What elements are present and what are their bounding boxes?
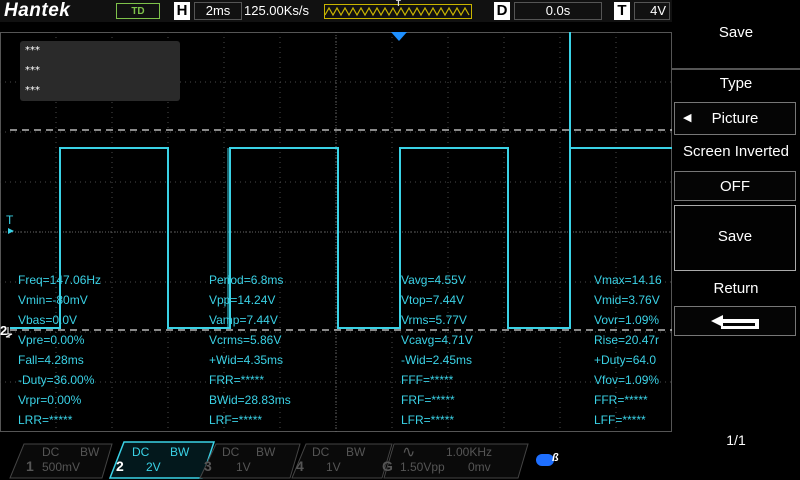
- ch1-scale: 500mV: [42, 460, 81, 474]
- measurement-col3-item: Vrms=5.77V: [401, 313, 467, 327]
- trigger-label: T: [614, 2, 630, 20]
- trigger-arrow-icon: [8, 228, 14, 234]
- acquire-mode-badge: TD: [116, 3, 160, 19]
- annotation-line: ***: [25, 45, 40, 56]
- measurement-col2-item: Vpp=14.24V: [209, 293, 276, 307]
- measurement-col1-item: Vmin=-80mV: [18, 293, 88, 307]
- generator-offset: 0mv: [468, 460, 491, 474]
- measurement-col3-item: Vcavg=4.71V: [401, 333, 473, 347]
- trigger-level-marker: T: [6, 213, 14, 227]
- channel-bar: 1 DC BW 500mV 2 DC BW 2V 3 DC BW 1V 4 DC…: [0, 436, 672, 480]
- delay-label: D: [494, 2, 510, 20]
- measurement-col1-item: Vpre=0.00%: [18, 333, 85, 347]
- waveform-display[interactable]: T 2 *** *** *** Freq=147.06Hz Vmin=-80mV Vb…: [0, 22, 672, 436]
- bluetooth-icon: ß: [552, 452, 559, 464]
- measurement-col4-item: Vmax=14.16: [594, 273, 662, 287]
- brand-logo: Hantek: [4, 0, 71, 21]
- generator-freq: 1.00KHz: [446, 445, 493, 459]
- save-button[interactable]: Save: [674, 205, 796, 271]
- trigger-position-icon: [391, 32, 407, 41]
- measurement-col1-item: Vbas=0.0V: [18, 313, 78, 327]
- ch1-coupling: DC: [42, 445, 60, 459]
- type-value: Picture: [711, 110, 759, 127]
- sample-rate: 125.00Ks/s: [244, 3, 310, 18]
- ch2-coupling: DC: [132, 445, 150, 459]
- ch3-number[interactable]: 3: [204, 458, 212, 474]
- generator-label[interactable]: G: [382, 458, 393, 474]
- measurement-col1-item: Vrpr=0.00%: [18, 393, 82, 407]
- ch4-bw: BW: [346, 445, 366, 459]
- ch4-number[interactable]: 4: [296, 458, 304, 474]
- page-indicator: 1/1: [726, 432, 746, 448]
- channel2-waveform: [10, 147, 672, 329]
- trigger-position-marker: T: [396, 0, 401, 8]
- type-label: Type: [719, 75, 753, 92]
- measurement-col2-item: +Wid=4.35ms: [209, 353, 284, 367]
- measurement-col1-item: Fall=4.28ms: [18, 353, 84, 367]
- return-arrow-icon: [711, 315, 759, 329]
- ch3-scale: 1V: [236, 460, 251, 474]
- measurement-col2-item: Period=6.8ms: [209, 273, 284, 287]
- measurement-col2-item: Vamp=7.44V: [209, 313, 278, 327]
- measurement-col4-item: Rise=20.47r: [594, 333, 660, 347]
- ch4-coupling: DC: [312, 445, 330, 459]
- screen-inverted-toggle[interactable]: OFF: [674, 171, 796, 201]
- timebase-value[interactable]: 2ms: [194, 2, 242, 20]
- measurement-col3-item: Vtop=7.44V: [401, 293, 465, 307]
- annotation-panel: *** *** ***: [20, 41, 180, 101]
- measurement-col1-item: Freq=147.06Hz: [18, 273, 102, 287]
- measurement-col4-item: +Duty=64.0: [594, 353, 657, 367]
- measurement-col2-item: Vcrms=5.86V: [209, 333, 282, 347]
- measurement-col1-item: -Duty=36.00%: [18, 373, 95, 387]
- annotation-line: ***: [25, 65, 40, 76]
- measurement-col2-item: FRR=*****: [209, 373, 265, 387]
- ch2-number[interactable]: 2: [116, 458, 124, 474]
- ch2-bw: BW: [170, 445, 190, 459]
- generator-vpp: 1.50Vpp: [400, 460, 445, 474]
- measurement-col2-item: LRF=*****: [209, 413, 263, 427]
- annotation-line: ***: [25, 85, 40, 96]
- return-label: Return: [713, 280, 759, 297]
- measurement-col4-item: Vfov=1.09%: [594, 373, 660, 387]
- measurement-col2-item: BWid=28.83ms: [209, 393, 291, 407]
- save-button-label: Save: [717, 228, 753, 245]
- ch3-coupling: DC: [222, 445, 240, 459]
- measurement-col3-item: Vavg=4.55V: [401, 273, 466, 287]
- type-selector[interactable]: ◀ Picture: [674, 102, 796, 135]
- measurement-col3-item: FRF=*****: [401, 393, 455, 407]
- menu-title: Save: [718, 24, 754, 41]
- channel2-ground-marker: 2: [0, 323, 7, 338]
- ch1-number[interactable]: 1: [26, 458, 34, 474]
- sine-wave-icon: ∿: [402, 444, 416, 461]
- screen-inverted-label: Screen Inverted: [683, 143, 789, 160]
- top-status-bar: Hantek TD H 2ms 125.00Ks/s T D 0.0s T 4V: [0, 0, 672, 22]
- measurement-col4-item: FFR=*****: [594, 393, 648, 407]
- ch2-scale: 2V: [146, 460, 161, 474]
- measurement-col4-item: LFF=*****: [594, 413, 646, 427]
- return-button[interactable]: [674, 306, 796, 336]
- measurement-col3-item: FFF=*****: [401, 373, 454, 387]
- measurement-col4-item: Vovr=1.09%: [594, 313, 660, 327]
- trigger-level[interactable]: 4V: [634, 2, 670, 20]
- ch4-scale: 1V: [326, 460, 341, 474]
- measurement-col4-item: Vmid=3.76V: [594, 293, 660, 307]
- screen-inverted-value: OFF: [720, 178, 750, 195]
- measurement-col1-item: LRR=*****: [18, 413, 73, 427]
- measurement-col3-item: -Wid=2.45ms: [401, 353, 473, 367]
- delay-value[interactable]: 0.0s: [514, 2, 602, 20]
- menu-divider: [672, 68, 800, 70]
- ch1-bw: BW: [80, 445, 100, 459]
- horizontal-label: H: [174, 2, 190, 20]
- ch3-bw: BW: [256, 445, 276, 459]
- measurement-col3-item: LFR=*****: [401, 413, 455, 427]
- save-menu: Save Type ◀ Picture Screen Inverted OFF …: [672, 0, 800, 480]
